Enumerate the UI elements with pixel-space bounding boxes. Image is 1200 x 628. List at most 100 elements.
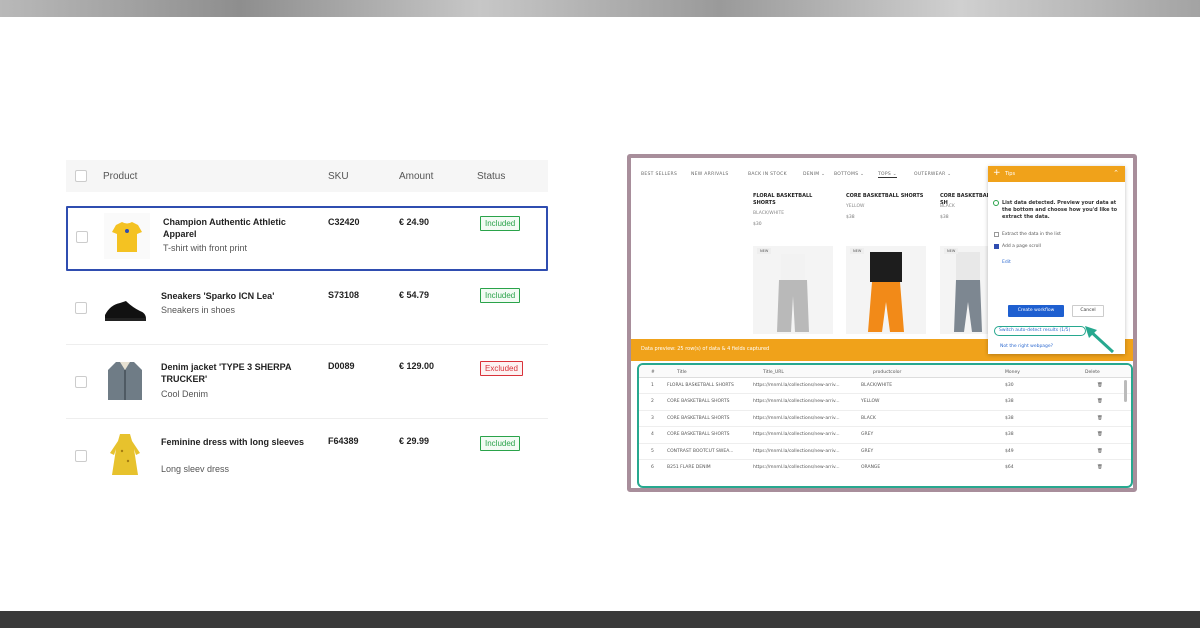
col-title: Title [677,370,687,375]
table-row: 5 CONTRAST BOOTCUT SWEA... https://mnml.… [639,444,1131,460]
product-sku: D0089 [328,361,355,371]
checkbox-page-scroll[interactable] [994,244,999,249]
cell-url: https://mnml.la/collections/new-arriv... [753,399,840,405]
cancel-button[interactable]: Cancel [1072,305,1104,317]
header-amount: Amount [399,171,434,182]
cell-color: BLACK/WHITE [861,383,893,388]
table-row: 6 B251 FLARE DENIM https://mnml.la/colle… [639,460,1131,476]
grid-product-price: $38 [846,215,855,220]
product-amount: € 29.99 [399,436,430,446]
row-checkbox[interactable] [75,376,87,388]
trash-icon[interactable]: 🗑 [1097,432,1103,437]
row-checkbox[interactable] [75,450,87,462]
table-row[interactable]: Denim jacket 'TYPE 3 SHERPA TRUCKER' Coo… [66,345,548,419]
grid-product-title[interactable]: FLORAL BASKETBALL SHORTS [753,193,823,207]
header-status: Status [477,171,506,182]
cell-color: BLACK [861,415,876,421]
data-table-header: # Title Title_URL productcolor Money Del… [639,365,1131,378]
create-workflow-button[interactable]: Create workflow [1008,305,1064,317]
product-thumbnail [102,285,148,331]
table-header: Product SKU Amount Status [66,160,548,192]
cell-color: GREY [861,432,874,438]
radio-extract-list[interactable] [994,232,999,237]
table-row[interactable]: Sneakers 'Sparko ICN Lea' Sneakers in sh… [66,271,548,345]
nav-item[interactable]: BACK IN STOCK [748,172,787,177]
cell-url: https://mnml.la/collections/new-arriv... [753,448,840,454]
table-row: 2 CORE BASKETBALL SHORTS https://mnml.la… [639,394,1131,411]
cell-title: CORE BASKETBALL SHORTS [667,415,730,421]
col-money: Money [1005,370,1020,375]
cell-url: https://mnml.la/collections/new-arriv... [753,432,840,438]
cell-money: $49 [1005,448,1014,454]
cell-title: CONTRAST BOOTCUT SWEA... [667,448,734,454]
switch-auto-detect-link[interactable]: Switch auto-detect results (1/5) [994,326,1086,336]
tips-header: + Tips ⌃ [988,166,1125,182]
product-sku: S73108 [328,290,360,300]
grid-product-image[interactable]: NEW [846,246,926,334]
table-row: 1 FLORAL BASKETBALL SHORTS https://mnml.… [639,378,1131,395]
col-delete: Delete [1085,370,1100,375]
nav-item[interactable]: OUTERWEAR ⌄ [914,172,951,177]
product-name: Feminine dress with long sleeves [161,437,305,447]
arrow-icon [1085,326,1115,354]
product-description: Cool Denim [161,389,209,399]
nav-item[interactable]: TOPS ⌄ [878,172,897,178]
nav-item[interactable]: NEW ARRIVALS [691,172,729,177]
bottom-banner-strip [0,611,1200,628]
cell-url: https://mnml.la/collections/new-arriv... [753,464,840,470]
select-all-checkbox[interactable] [75,170,87,182]
cell-money: $30 [1005,383,1014,388]
status-badge: Excluded [480,361,523,376]
tips-message: List data detected. Preview your data at… [1002,200,1118,220]
table-row[interactable]: Feminine dress with long sleeves Long sl… [66,419,548,493]
not-right-webpage-link[interactable]: Not the right webpage? [1000,344,1053,349]
collapse-icon[interactable]: ⌃ [1113,169,1119,177]
new-tag: NEW [850,248,865,254]
cell-url: https://mnml.la/collections/new-arriv... [753,383,840,388]
nav-item[interactable]: DENIM ⌄ [803,172,825,177]
grid-product-image[interactable]: NEW [753,246,833,334]
check-circle-icon [993,200,999,206]
trash-icon[interactable]: 🗑 [1097,449,1103,454]
status-badge: Included [480,216,521,231]
cell-color: GREY [861,448,874,454]
cell-title: FLORAL BASKETBALL SHORTS [667,383,734,388]
data-preview-table: # Title Title_URL productcolor Money Del… [637,363,1133,488]
row-checkbox[interactable] [76,231,88,243]
cell-index: 2 [651,399,654,405]
trash-icon[interactable]: 🗑 [1097,399,1103,404]
tips-title: Tips [1005,171,1016,177]
status-badge: Included [480,436,521,451]
trash-icon[interactable]: 🗑 [1097,416,1103,421]
table-row: 4 CORE BASKETBALL SHORTS https://mnml.la… [639,427,1131,444]
cell-money: $64 [1005,464,1014,470]
col-productcolor: productcolor [873,370,902,375]
cell-index: 3 [651,415,654,421]
cell-title: B251 FLARE DENIM [667,464,711,470]
trash-icon[interactable]: 🗑 [1097,465,1103,470]
grid-product-color: YELLOW [846,204,865,209]
grid-product-image[interactable]: NEW [940,246,988,334]
product-name: Denim jacket 'TYPE 3 SHERPA TRUCKER' [161,362,292,384]
plus-icon: + [993,168,1001,178]
grid-product-title[interactable]: CORE BASKETBALL SHORTS [846,193,926,200]
cell-index: 5 [651,448,654,454]
table-row: 3 CORE BASKETBALL SHORTS https://mnml.la… [639,411,1131,428]
data-preview-text: Data preview: 25 row(s) of data & 4 fiel… [641,346,770,352]
grid-product-color: BLACK [940,204,955,209]
table-row[interactable]: Champion Authentic Athletic Apparel T-sh… [66,206,548,271]
product-sku: F64389 [328,436,359,446]
cell-title: CORE BASKETBALL SHORTS [667,432,730,438]
new-tag: NEW [757,248,772,254]
product-amount: € 24.90 [399,217,430,227]
scrollbar[interactable] [1124,380,1127,402]
nav-item[interactable]: BOTTOMS ⌄ [834,172,864,177]
product-sku: C32420 [328,217,360,227]
nav-item[interactable]: BEST SELLERS [641,172,677,177]
product-thumbnail [104,213,150,259]
option-page-scroll: Add a page scroll [1002,244,1041,249]
edit-link[interactable]: Edit [1002,260,1011,265]
row-checkbox[interactable] [75,302,87,314]
col-title-url: Title_URL [763,370,784,375]
trash-icon[interactable]: 🗑 [1097,383,1103,388]
